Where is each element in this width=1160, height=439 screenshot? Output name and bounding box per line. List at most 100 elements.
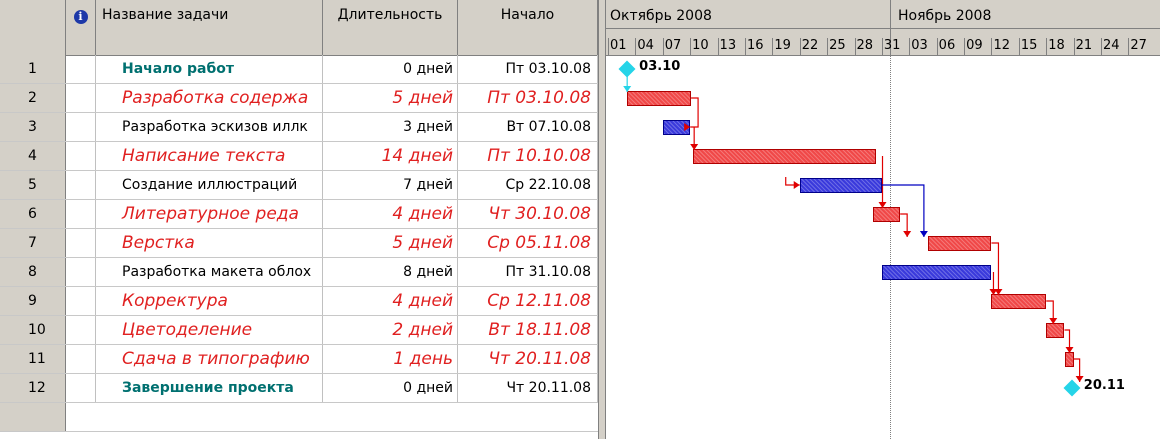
- header-task-name[interactable]: Название задачи: [96, 0, 323, 55]
- row-id[interactable]: 5: [0, 171, 66, 199]
- row-id[interactable]: [0, 403, 66, 431]
- header-indicators[interactable]: i: [66, 0, 96, 55]
- row-id[interactable]: 6: [0, 200, 66, 228]
- table-row-empty[interactable]: [0, 403, 600, 432]
- pane-splitter[interactable]: [598, 0, 606, 439]
- header-id[interactable]: [0, 0, 66, 55]
- task-name[interactable]: Корректура: [96, 287, 323, 315]
- task-start[interactable]: Чт 20.11.08: [458, 374, 598, 402]
- task-start[interactable]: Вт 07.10.08: [458, 113, 598, 141]
- task-start[interactable]: Ср 12.11.08: [458, 287, 598, 315]
- table-row[interactable]: 9 Корректура 4 дней Ср 12.11.08: [0, 287, 600, 316]
- task-name[interactable]: Сдача в типографию: [96, 345, 323, 373]
- table-row[interactable]: 12 Завершение проекта 0 дней Чт 20.11.08: [0, 374, 600, 403]
- task-duration[interactable]: 4 дней: [323, 287, 458, 315]
- row-id[interactable]: 10: [0, 316, 66, 344]
- task-duration[interactable]: 5 дней: [323, 84, 458, 112]
- task-name[interactable]: Верстка: [96, 229, 323, 257]
- link-2-3: [690, 97, 699, 128]
- day-divider: [799, 38, 801, 55]
- header-start[interactable]: Начало: [458, 0, 598, 55]
- day-label: 21: [1075, 38, 1093, 53]
- task-start[interactable]: Пт 03.10.08: [458, 84, 598, 112]
- row-id[interactable]: 9: [0, 287, 66, 315]
- task-start[interactable]: Пт 10.10.08: [458, 142, 598, 170]
- day-label: 25: [829, 38, 846, 53]
- task-start[interactable]: Пт 31.10.08: [458, 258, 598, 286]
- table-row[interactable]: 2 Разработка содержа 5 дней Пт 03.10.08: [0, 84, 600, 113]
- day-label: 12: [993, 38, 1010, 53]
- table-row[interactable]: 7 Верстка 5 дней Ср 05.11.08: [0, 229, 600, 258]
- table-row[interactable]: 8 Разработка макета облох 8 дней Пт 31.10.0…: [0, 258, 600, 287]
- task-duration[interactable]: 2 дней: [323, 316, 458, 344]
- row-indicator: [66, 229, 96, 257]
- link-arrowhead: [878, 202, 887, 208]
- table-row[interactable]: 10 Цветоделение 2 дней Вт 18.11.08: [0, 316, 600, 345]
- task-start[interactable]: Чт 20.11.08: [458, 345, 598, 373]
- header-duration[interactable]: Длительность: [323, 0, 458, 55]
- task-duration[interactable]: 3 дней: [323, 113, 458, 141]
- task-name[interactable]: Написание текста: [96, 142, 323, 170]
- day-label: 31: [883, 38, 901, 53]
- row-id[interactable]: 8: [0, 258, 66, 286]
- table-row[interactable]: 5 Создание иллюстраций 7 дней Ср 22.10.08: [0, 171, 600, 200]
- row-id[interactable]: 11: [0, 345, 66, 373]
- row-id[interactable]: 12: [0, 374, 66, 402]
- row-id[interactable]: 3: [0, 113, 66, 141]
- task-duration[interactable]: 0 дней: [323, 374, 458, 402]
- table-row[interactable]: 11 Сдача в типографию 1 день Чт 20.11.08: [0, 345, 600, 374]
- day-divider: [854, 38, 856, 55]
- table-row[interactable]: 1 Начало работ 0 дней Пт 03.10.08: [0, 55, 600, 84]
- link-arrowhead: [1049, 318, 1058, 324]
- task-name[interactable]: Разработка эскизов иллк: [96, 113, 323, 141]
- task-duration[interactable]: 5 дней: [323, 229, 458, 257]
- row-id[interactable]: 1: [0, 55, 66, 83]
- day-divider: [1073, 38, 1075, 55]
- day-divider: [1101, 38, 1103, 55]
- task-duration[interactable]: 0 дней: [323, 55, 458, 83]
- task-name[interactable]: Разработка содержа: [96, 84, 323, 112]
- row-id[interactable]: 2: [0, 84, 66, 112]
- task-name[interactable]: Цветоделение: [96, 316, 323, 344]
- task-start[interactable]: Ср 22.10.08: [458, 171, 598, 199]
- row-id[interactable]: 7: [0, 229, 66, 257]
- table-row[interactable]: 4 Написание текста 14 дней Пт 10.10.08: [0, 142, 600, 171]
- row-indicator: [66, 200, 96, 228]
- timescale-divider: [606, 28, 1160, 29]
- task-name[interactable]: Начало работ: [96, 55, 323, 83]
- day-label: 15: [1020, 38, 1038, 53]
- info-icon: i: [73, 10, 88, 24]
- task-duration[interactable]: 7 дней: [323, 171, 458, 199]
- day-divider: [744, 38, 746, 55]
- task-duration[interactable]: 14 дней: [323, 142, 458, 170]
- task-duration[interactable]: 4 дней: [323, 200, 458, 228]
- gantt-body: 03.10 20.11: [606, 55, 1160, 439]
- task-table: i Название задачи Длительность Начало 1 Н…: [0, 0, 600, 439]
- table-row[interactable]: 3 Разработка эскизов иллк 3 дней Вт 07.10.0…: [0, 113, 600, 142]
- month-label-october: Октябрь 2008: [610, 8, 712, 24]
- timescale-header: Октябрь 2008 Ноябрь 2008 01 04 07 10 13 16 19 2…: [606, 0, 1160, 56]
- link-arrowhead: [919, 231, 928, 237]
- task-name[interactable]: Завершение проекта: [96, 374, 323, 402]
- day-label: 28: [856, 38, 874, 53]
- day-divider: [827, 38, 829, 55]
- task-start[interactable]: Ср 05.11.08: [458, 229, 598, 257]
- link-arrowhead: [793, 181, 800, 189]
- day-divider: [1128, 38, 1130, 55]
- task-name[interactable]: Разработка макета облох: [96, 258, 323, 286]
- day-divider: [1018, 38, 1020, 55]
- task-duration[interactable]: 8 дней: [323, 258, 458, 286]
- row-id[interactable]: 4: [0, 142, 66, 170]
- day-divider: [717, 38, 719, 55]
- task-name[interactable]: Создание иллюстраций: [96, 171, 323, 199]
- row-indicator: [66, 345, 96, 373]
- day-divider: [690, 38, 692, 55]
- task-start[interactable]: Вт 18.11.08: [458, 316, 598, 344]
- day-divider: [608, 38, 609, 55]
- table-row[interactable]: 6 Литературное реда 4 дней Чт 30.10.08: [0, 200, 600, 229]
- task-start[interactable]: Пт 03.10.08: [458, 55, 598, 83]
- day-divider: [991, 38, 993, 55]
- task-duration[interactable]: 1 день: [323, 345, 458, 373]
- task-start[interactable]: Чт 30.10.08: [458, 200, 598, 228]
- task-name[interactable]: Литературное реда: [96, 200, 323, 228]
